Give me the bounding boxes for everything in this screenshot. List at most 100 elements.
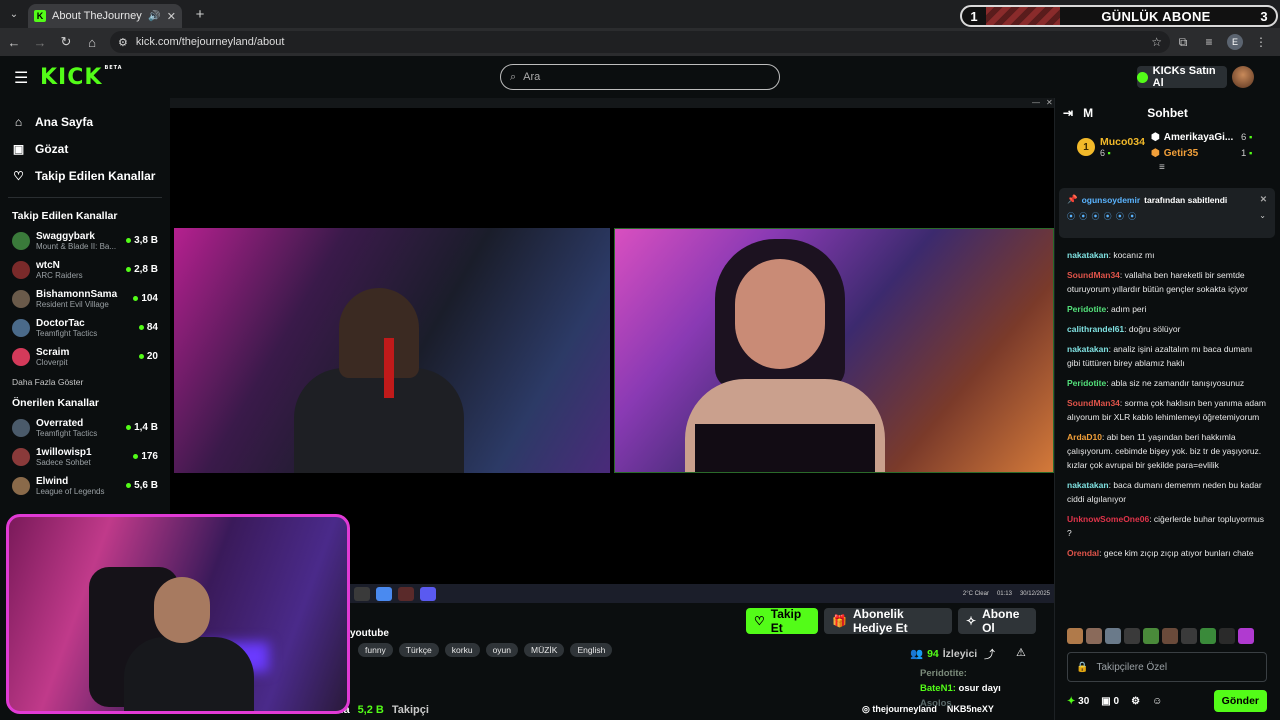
- chat-message[interactable]: nakatakan: kocanız mı: [1067, 248, 1267, 262]
- gifter-2-count: 6 ▪: [1241, 132, 1253, 143]
- stream-tag[interactable]: funny: [358, 643, 393, 657]
- live-dot-icon: [138, 354, 144, 359]
- profile-avatar[interactable]: E: [1227, 34, 1243, 50]
- chat-message[interactable]: Peridotite: adım peri: [1067, 302, 1267, 316]
- media-control-icon[interactable]: ≡: [1196, 35, 1222, 49]
- report-icon[interactable]: ⚠: [1016, 646, 1026, 659]
- chat-message[interactable]: calithrandel61: doğru sölüyor: [1067, 322, 1267, 336]
- stream-tag[interactable]: oyun: [485, 643, 519, 657]
- share-icon[interactable]: ⤴: [984, 646, 995, 662]
- emote-icon[interactable]: [1086, 628, 1102, 644]
- stream-cam-right: [614, 228, 1054, 473]
- gifter-3[interactable]: ⬢ Getir35: [1151, 148, 1198, 159]
- stream-tag[interactable]: English: [570, 643, 613, 657]
- chat-message[interactable]: nakatakan: analiz işini azaltalım mı bac…: [1067, 342, 1267, 370]
- new-tab-button[interactable]: +: [188, 6, 212, 23]
- minimize-icon[interactable]: —: [1032, 98, 1040, 107]
- star-icon: ✧: [966, 614, 977, 628]
- chat-mode-letter[interactable]: M: [1083, 106, 1093, 120]
- browser-tab[interactable]: K About TheJourneyLand - W 🔊 ✕: [28, 4, 182, 28]
- emote-icon[interactable]: [1200, 628, 1216, 644]
- chat-messages: nakatakan: kocanız mı SoundMan34: vallaha…: [1067, 248, 1267, 566]
- channel-viewers: 176: [133, 451, 158, 462]
- emote-icon[interactable]: [1143, 628, 1159, 644]
- pin-icon: 📌: [1067, 194, 1078, 204]
- user-avatar[interactable]: [1232, 66, 1254, 88]
- close-tab-icon[interactable]: ✕: [167, 10, 176, 23]
- live-dot-icon: [133, 296, 139, 301]
- stream-tag[interactable]: MÜZİK: [524, 643, 565, 657]
- channel-item[interactable]: Scraim Cloverpit 20: [0, 342, 170, 371]
- chat-message[interactable]: Peridotite: abla siz ne zamandır tanışıy…: [1067, 376, 1267, 390]
- expand-gifters-icon[interactable]: ≡: [1159, 162, 1165, 173]
- stream-tag[interactable]: Türkçe: [398, 643, 439, 657]
- settings-icon[interactable]: ⚙: [1131, 696, 1140, 707]
- stream-tag[interactable]: korku: [444, 643, 480, 657]
- hamburger-menu-icon[interactable]: ☰: [14, 68, 28, 88]
- channel-item[interactable]: Overrated Teamfight Tactics 1,4 B: [0, 413, 170, 442]
- emote-icon[interactable]: [1162, 628, 1178, 644]
- top-gifter[interactable]: 1 Muco034 6 ▪: [1077, 136, 1145, 158]
- chat-message[interactable]: Orendal: gece kim zıçıp zıçıp atıyor bun…: [1067, 546, 1267, 560]
- search-input[interactable]: ⌕ Ara: [500, 64, 780, 90]
- back-icon[interactable]: ←: [2, 30, 26, 54]
- channel-avatar: [12, 231, 30, 250]
- chest-balance[interactable]: ▣ 0: [1101, 696, 1119, 707]
- subscribe-button[interactable]: ✧ Abone Ol: [958, 607, 1036, 635]
- menu-kebab-icon[interactable]: ⋮: [1248, 35, 1274, 49]
- address-bar[interactable]: ⚙ kick.com/thejourneyland/about ☆: [110, 31, 1170, 53]
- sidebar-nav-item[interactable]: ▣ Gözat: [12, 135, 158, 162]
- emote-picker-icon[interactable]: ☺: [1152, 696, 1162, 707]
- channel-item[interactable]: BishamonnSama Resident Evil Village 104: [0, 284, 170, 313]
- send-button[interactable]: Gönder: [1213, 690, 1267, 712]
- emote-icon[interactable]: [1238, 628, 1254, 644]
- site-info-icon[interactable]: ⚙: [118, 36, 128, 49]
- chat-message[interactable]: nakatakan: baca dumanı dememm neden bu k…: [1067, 478, 1267, 506]
- gift-sub-button[interactable]: 🎁 Abonelik Hediye Et: [824, 607, 952, 635]
- streamer-facecam: [6, 514, 350, 714]
- chat-panel: ⇥ M Sohbet 1 Muco034 6 ▪ ⬢ AmerikayaGi...…: [1054, 98, 1280, 720]
- chat-message[interactable]: SoundMan34: vallaha ben hareketli bir se…: [1067, 268, 1267, 296]
- chevron-down-icon[interactable]: ⌄: [1259, 211, 1267, 222]
- audio-icon[interactable]: 🔊: [148, 11, 160, 22]
- channel-item[interactable]: Swaggybark Mount & Blade II: Ba... 3,8 B: [0, 226, 170, 255]
- daily-sub-banner: 1 GÜNLÜK ABONE 3: [960, 5, 1278, 27]
- close-player-icon[interactable]: ✕: [1046, 98, 1053, 107]
- emote-icon[interactable]: [1181, 628, 1197, 644]
- tab-list-icon[interactable]: ⌄: [0, 0, 28, 28]
- chat-message[interactable]: ArdaD10: abi ben 11 yaşından beri hakkım…: [1067, 430, 1267, 472]
- gifter-3-count: 1 ▪: [1241, 148, 1253, 159]
- channel-viewers: 1,4 B: [126, 422, 158, 433]
- taskbar-weather: 2°C Clear: [962, 590, 989, 597]
- chat-input[interactable]: 🔒 Takipçilere Özel: [1067, 652, 1267, 682]
- live-dot-icon: [126, 483, 132, 488]
- extensions-icon[interactable]: ⧉: [1170, 35, 1196, 50]
- gifter-2[interactable]: ⬢ AmerikayaGi...: [1151, 132, 1233, 143]
- channel-item[interactable]: Elwind League of Legends 5,6 B: [0, 471, 170, 500]
- bookmark-star-icon[interactable]: ☆: [1151, 35, 1162, 49]
- home-browser-icon[interactable]: ⌂: [80, 30, 104, 54]
- sidebar-nav-item[interactable]: ♡ Takip Edilen Kanallar: [12, 162, 158, 189]
- chat-message[interactable]: SoundMan34: sorma çok haklısın ben yanım…: [1067, 396, 1267, 424]
- taskbar-time: 01:13: [996, 590, 1012, 597]
- emote-icon[interactable]: [1105, 628, 1121, 644]
- chat-message[interactable]: UnknowSomeOne06: ciğerlerde buhar topluy…: [1067, 512, 1267, 540]
- follow-button[interactable]: ♡ Takip Et: [746, 607, 818, 635]
- emote-icon[interactable]: [1219, 628, 1235, 644]
- unpin-icon[interactable]: ✕: [1260, 194, 1267, 205]
- forward-icon[interactable]: →: [28, 30, 52, 54]
- kick-logo[interactable]: KICK BETA: [40, 65, 123, 90]
- emote-icon[interactable]: [1067, 628, 1083, 644]
- channel-item[interactable]: DoctorTac Teamfight Tactics 84: [0, 313, 170, 342]
- buy-kicks-button[interactable]: KICKs Satın Al: [1137, 65, 1227, 89]
- kicks-balance[interactable]: ✦ 30: [1067, 696, 1089, 707]
- taskbar-date: 30/12/2025: [1019, 590, 1050, 597]
- channel-item[interactable]: 1willowisp1 Sadece Sohbet 176: [0, 442, 170, 471]
- emote-icon[interactable]: [1124, 628, 1140, 644]
- sidebar-nav-item[interactable]: ⌂ Ana Sayfa: [12, 108, 158, 135]
- collapse-chat-icon[interactable]: ⇥: [1063, 106, 1073, 120]
- channel-item[interactable]: wtcN ARC Raiders 2,8 B: [0, 255, 170, 284]
- reload-icon[interactable]: ↻: [54, 30, 78, 54]
- pinned-message[interactable]: 📌 ogunsoydemir tarafından sabitlendi ✕ ⦿…: [1059, 188, 1275, 238]
- show-more-link[interactable]: Daha Fazla Göster: [0, 371, 170, 393]
